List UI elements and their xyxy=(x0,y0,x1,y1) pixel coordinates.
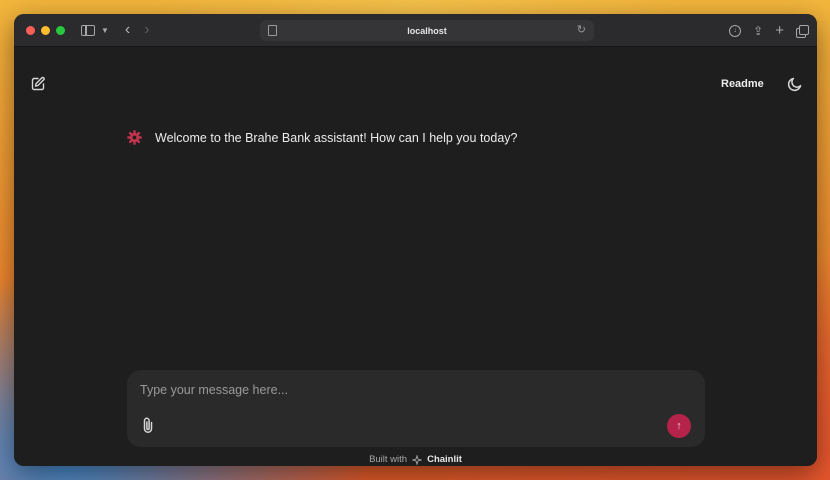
chainlit-logo-icon xyxy=(412,454,423,465)
forward-button[interactable]: › xyxy=(144,21,149,39)
chainlit-brand-link[interactable]: Chainlit xyxy=(427,454,462,465)
message-composer: ↑ xyxy=(127,370,705,447)
download-icon[interactable]: ↓ xyxy=(729,24,742,37)
zoom-window-button[interactable] xyxy=(56,25,65,35)
chat-app: Readme Welcome to the Brahe Bank assista… xyxy=(14,47,817,466)
close-window-button[interactable] xyxy=(26,25,35,35)
message-text: Welcome to the Brahe Bank assistant! How… xyxy=(155,130,518,145)
page-icon xyxy=(268,25,277,36)
send-button[interactable]: ↑ xyxy=(667,414,691,438)
gear-icon xyxy=(127,130,142,145)
new-tab-icon[interactable]: + xyxy=(775,23,784,38)
paperclip-icon[interactable] xyxy=(141,416,155,434)
sidebar-toggle-icon[interactable] xyxy=(81,24,95,36)
arrow-up-icon: ↑ xyxy=(676,420,682,432)
window-controls xyxy=(26,25,65,35)
browser-window: ▼ ‹ › localhost ↻ ↓ ⇪ + Readme Welcome t… xyxy=(14,14,817,466)
tab-overview-icon[interactable] xyxy=(796,25,809,38)
url-text: localhost xyxy=(407,25,447,36)
moon-icon[interactable] xyxy=(787,76,803,92)
new-chat-button[interactable] xyxy=(30,76,46,92)
toolbar-actions: ↓ ⇪ + xyxy=(729,14,809,47)
readme-button[interactable]: Readme xyxy=(721,78,764,90)
browser-toolbar: ▼ ‹ › localhost ↻ ↓ ⇪ + xyxy=(14,14,817,47)
chevron-down-icon[interactable]: ▼ xyxy=(101,26,109,35)
message-input[interactable] xyxy=(140,381,660,399)
reload-icon[interactable]: ↻ xyxy=(577,23,586,36)
built-with-text: Built with xyxy=(369,454,408,465)
back-button[interactable]: ‹ xyxy=(125,21,130,39)
footer: Built with Chainlit xyxy=(14,454,817,465)
minimize-window-button[interactable] xyxy=(41,25,50,35)
share-icon[interactable]: ⇪ xyxy=(753,24,763,38)
assistant-message: Welcome to the Brahe Bank assistant! How… xyxy=(126,129,517,146)
address-bar[interactable]: localhost ↻ xyxy=(260,20,594,41)
